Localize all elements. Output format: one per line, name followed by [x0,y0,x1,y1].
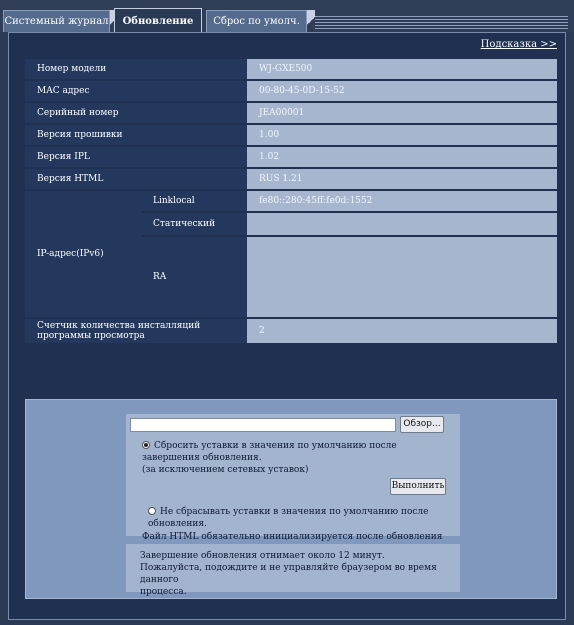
table-row: Счетчик количества инсталляций программы… [25,319,557,343]
tab-fold-decoration [307,10,315,32]
table-row: Версия прошивки 1.00 [25,125,557,145]
tab-system-log[interactable]: Системный журнал [3,10,110,32]
firmware-file-input[interactable] [130,418,396,432]
firmware-value: 1.00 [247,125,557,145]
upgrade-form: Обзор... Сбросить уставки в значения по … [126,414,460,552]
execute-button[interactable]: Выполнить [390,478,446,495]
static-value [247,213,557,235]
reset-option[interactable]: Сбросить уставки в значения по умолчанию… [142,440,397,476]
tab-update[interactable]: Обновление [114,8,202,34]
notice-line3: процесса. [140,587,187,597]
notice-box: Завершение обновления отнимает около 12 … [126,544,460,597]
table-row: Номер модели WJ-GXE500 [25,59,557,79]
table-row: Версия IPL 1.02 [25,147,557,167]
upgrade-section: Обзор... Сбросить уставки в значения по … [25,399,557,599]
notice-line1: Завершение обновления отнимает около 12 … [140,551,385,561]
radio-button-icon[interactable] [148,507,156,515]
static-label: Статический [141,213,247,235]
table-row: Версия HTML RUS 1.21 [25,169,557,189]
viewer-counter-value: 2 [247,319,557,343]
browse-button[interactable]: Обзор... [400,416,444,433]
serial-label: Серийный номер [25,103,247,123]
radio-button-icon[interactable] [142,441,150,449]
reset-option-line3: (за исключением сетевых уставок) [142,465,309,475]
firmware-label: Версия прошивки [25,125,247,145]
table-row: MAC адрес 00-80-45-0D-15-52 [25,81,557,101]
notice-line2: Пожалуйста, подождите и не управляйте бр… [140,563,437,585]
keep-option[interactable]: Не сбрасывать уставки в значения по умол… [148,506,460,530]
linklocal-value: fe80::280:45ff:fe0d:1552 [247,191,557,211]
keep-option-label: Не сбрасывать уставки в значения по умол… [148,507,429,529]
ra-label: RA [141,237,247,317]
html-value: RUS 1.21 [247,169,557,189]
mac-value: 00-80-45-0D-15-52 [247,81,557,101]
serial-value: JEA00001 [247,103,557,123]
reset-option-line2: завершения обновления. [142,453,262,463]
help-link[interactable]: Подсказка >> [481,39,557,50]
tab-factory-reset[interactable]: Сброс по умолч. [206,10,307,32]
notice-text: Завершение обновления отнимает около 12 … [126,544,460,604]
reset-option-line1: Сбросить уставки в значения по умолчанию… [154,441,397,451]
table-row: IP-адрес(IPv6) Linklocal fe80::280:45ff:… [25,191,557,317]
html-label: Версия HTML [25,169,247,189]
model-label: Номер модели [25,59,247,79]
linklocal-label: Linklocal [141,191,247,211]
ra-value [247,237,557,317]
viewer-counter-label: Счетчик количества инсталляций программы… [25,319,247,343]
tab-bar: Системный журнал Обновление Сброс по умо… [0,0,574,34]
tab-bar-stripes [315,14,568,30]
table-row: Серийный номер JEA00001 [25,103,557,123]
update-panel: Подсказка >> Номер модели WJ-GXE500 MAC … [8,32,566,620]
ipv6-label: IP-адрес(IPv6) [25,191,141,317]
mac-label: MAC адрес [25,81,247,101]
model-value: WJ-GXE500 [247,59,557,79]
ipl-label: Версия IPL [25,147,247,167]
device-info-table: Номер модели WJ-GXE500 MAC адрес 00-80-4… [25,57,557,345]
ipl-value: 1.02 [247,147,557,167]
